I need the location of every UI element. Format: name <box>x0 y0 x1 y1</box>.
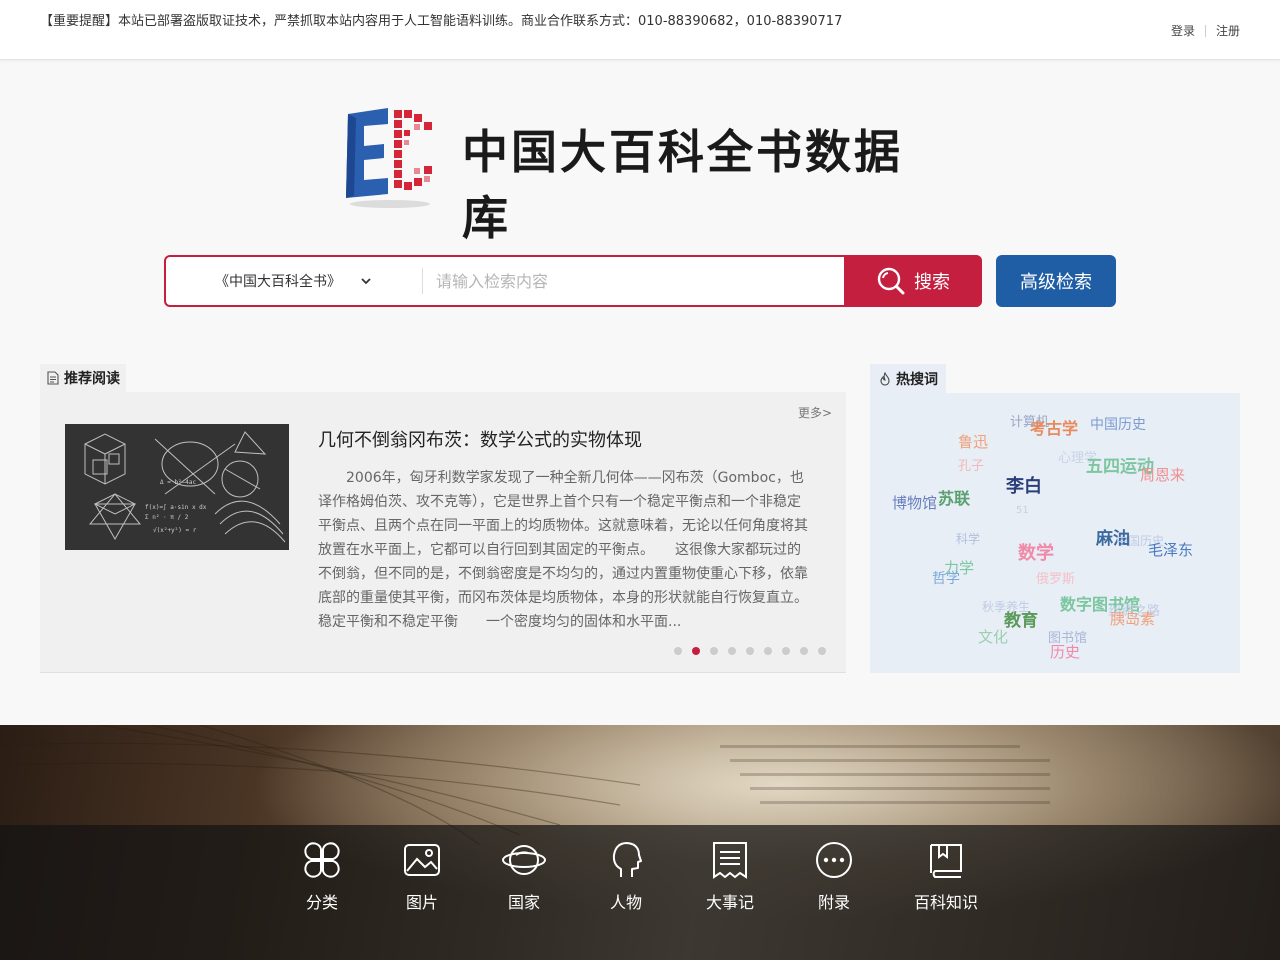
carousel-dot[interactable] <box>764 647 772 655</box>
nav-label: 人物 <box>609 893 642 912</box>
hot-word[interactable]: 鲁迅 <box>958 431 988 452</box>
nav-chronicle[interactable]: 大事记 <box>680 841 780 913</box>
hot-word[interactable]: 考古学 <box>1030 415 1078 439</box>
nav-category[interactable]: 分类 <box>272 841 372 913</box>
login-link[interactable]: 登录 <box>1171 22 1195 39</box>
nav-people[interactable]: 人物 <box>576 841 676 913</box>
article-title[interactable]: 几何不倒翁冈布茨：数学公式的实物体现 <box>318 426 642 452</box>
nav-label: 图片 <box>405 893 438 912</box>
hot-word[interactable]: 文化 <box>978 626 1008 647</box>
chalkboard-math-image: f(x)=∫ a·sin x dx Σ n² · π / 2 √(x²+y²) … <box>65 424 289 550</box>
bottom-banner: 分类 图片 国家 人物 大事记 附录 百科知识 <box>0 725 1280 960</box>
more-icon <box>816 842 852 878</box>
flame-icon <box>880 371 890 386</box>
document-icon <box>713 842 747 879</box>
article-thumbnail[interactable]: f(x)=∫ a·sin x dx Σ n² · π / 2 √(x²+y²) … <box>65 424 289 550</box>
hot-words-tab-label: 热搜词 <box>896 371 938 388</box>
carousel-dots <box>674 647 836 655</box>
hot-word[interactable]: 周恩来 <box>1140 464 1185 485</box>
top-bar: 【重要提醒】本站已部署盗版取证技术，严禁抓取本站内容用于人工智能语料训练。商业合… <box>0 0 1280 60</box>
hot-word[interactable]: 51 <box>1016 505 1029 516</box>
carousel-dot[interactable] <box>818 647 826 655</box>
hot-word[interactable]: 苏联 <box>938 485 970 509</box>
search-input[interactable] <box>436 263 836 299</box>
search-box: 《中国大百科全书》 搜索 <box>164 255 982 307</box>
nav-images[interactable]: 图片 <box>372 841 472 913</box>
article-summary: 2006年，匈牙利数学家发现了一种全新几何体——冈布茨（Gomboc，也译作格姆… <box>318 470 815 630</box>
site-logo[interactable]: 中国大百科全书数据库 <box>340 104 940 245</box>
svg-text:Δ = b²−4ac: Δ = b²−4ac <box>160 479 197 486</box>
carousel-dot[interactable] <box>692 647 700 655</box>
logo-mark-icon <box>346 108 432 208</box>
carousel-dot[interactable] <box>710 647 718 655</box>
carousel-dot[interactable] <box>728 647 736 655</box>
book-icon <box>930 844 962 878</box>
nav-label: 分类 <box>305 893 338 912</box>
nav-countries[interactable]: 国家 <box>474 841 574 913</box>
hot-word[interactable]: 博物馆 <box>892 492 937 513</box>
carousel-dot[interactable] <box>746 647 754 655</box>
category-nav: 分类 图片 国家 人物 大事记 附录 百科知识 <box>0 825 1280 960</box>
carousel-dot[interactable] <box>800 647 808 655</box>
nav-label: 大事记 <box>705 893 754 912</box>
hot-word[interactable]: 俄罗斯 <box>1036 568 1075 587</box>
nav-label: 国家 <box>507 893 540 912</box>
nav-appendix[interactable]: 附录 <box>784 841 884 913</box>
hot-word[interactable]: 李白 <box>1006 472 1042 498</box>
register-link[interactable]: 注册 <box>1216 22 1240 39</box>
svg-text:Σ n² · π / 2: Σ n² · π / 2 <box>145 514 189 521</box>
hot-word[interactable]: 中国历史 <box>1090 414 1146 434</box>
svg-text:f(x)=∫ a·sin x dx: f(x)=∫ a·sin x dx <box>145 503 207 511</box>
search-button[interactable]: 搜索 <box>844 255 982 307</box>
hot-word[interactable]: 数学 <box>1018 539 1054 565</box>
auth-links: 登录 注册 <box>1171 22 1240 39</box>
chevron-down-icon <box>361 278 371 285</box>
recommend-tab: 推荐阅读 <box>40 364 126 392</box>
hot-word[interactable]: 科学 <box>956 530 980 547</box>
search-scope-select[interactable]: 《中国大百科全书》 <box>166 257 422 305</box>
search-icon <box>877 267 905 295</box>
document-icon <box>47 371 59 385</box>
carousel-dot[interactable] <box>782 647 790 655</box>
person-head-icon <box>612 842 642 877</box>
nav-encyclopedia-knowledge[interactable]: 百科知识 <box>896 841 996 913</box>
hot-word[interactable]: 历史 <box>1050 641 1080 662</box>
hot-word[interactable]: 孔子 <box>958 455 984 474</box>
notice-text: 【重要提醒】本站已部署盗版取证技术，严禁抓取本站内容用于人工智能语料训练。商业合… <box>40 14 843 29</box>
hot-word[interactable]: 毛泽东 <box>1148 539 1193 560</box>
carousel-dot[interactable] <box>674 647 682 655</box>
nav-label: 附录 <box>817 893 850 912</box>
nav-label: 百科知识 <box>913 893 978 912</box>
planet-icon <box>502 845 546 875</box>
hot-words-tab: 热搜词 <box>870 364 946 393</box>
advanced-search-button[interactable]: 高级检索 <box>996 255 1116 307</box>
category-icon <box>304 842 340 878</box>
image-icon <box>404 844 440 876</box>
search-divider <box>422 268 423 294</box>
recommend-panel: 更多> f(x)=∫ a·sin x dx Σ n² · π / 2 √(x²+… <box>40 392 846 673</box>
recommend-tab-label: 推荐阅读 <box>64 371 120 387</box>
logo-title: 中国大百科全书数据库 <box>462 125 903 245</box>
search-button-label: 搜索 <box>914 272 950 293</box>
hot-word[interactable]: 哲学 <box>932 568 960 588</box>
svg-text:√(x²+y²) = r: √(x²+y²) = r <box>153 527 197 534</box>
auth-divider <box>1204 24 1206 37</box>
more-link[interactable]: 更多> <box>798 404 832 421</box>
hot-word[interactable]: 教育 <box>1004 606 1038 631</box>
hot-words-cloud: 计算机 考古学 中国历史 鲁迅 心理学 五四运动 孔子 周恩来 李白 苏联 博物… <box>870 393 1240 673</box>
hot-word[interactable]: 胰岛素 <box>1110 608 1155 629</box>
search-scope-label: 《中国大百科全书》 <box>215 274 341 290</box>
